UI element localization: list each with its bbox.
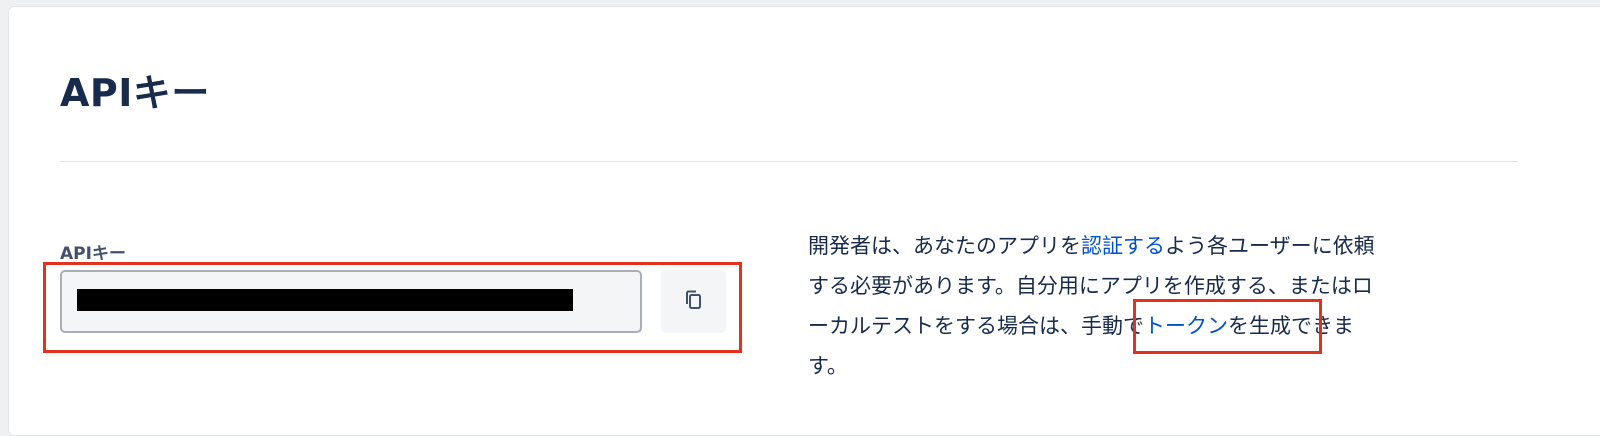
copy-icon xyxy=(684,289,704,314)
page-title: APIキー xyxy=(60,71,210,115)
api-key-redaction xyxy=(77,289,573,311)
authenticate-link[interactable]: 認証する xyxy=(1081,234,1165,258)
api-key-label: APIキー xyxy=(60,244,126,264)
description-line-1: 開発者は、あなたのアプリを認証するよう各ユーザーに依頼 xyxy=(808,234,1375,258)
copy-button[interactable] xyxy=(661,270,726,333)
token-highlight-annotation xyxy=(1133,299,1322,354)
divider xyxy=(60,161,1518,162)
